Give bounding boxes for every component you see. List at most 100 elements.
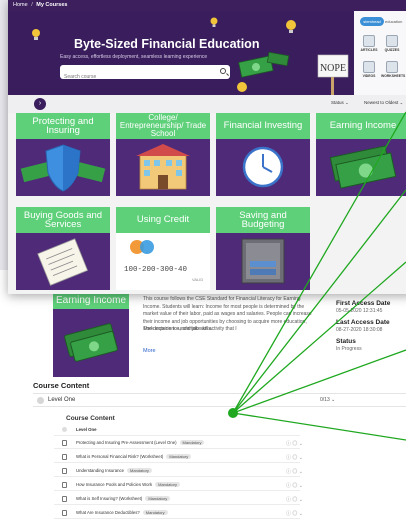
- chevron-down-icon: ⌄: [345, 100, 349, 105]
- mandatory-badge: Mandatory: [145, 496, 171, 501]
- item-title: What Are Insurance Deductibles?: [76, 510, 140, 515]
- course-card-college[interactable]: College/ Entrepreneurship/ Trade School: [116, 113, 210, 196]
- my-courses-window: Home / My Courses Byte-Sized Financial E…: [8, 0, 406, 294]
- more-link[interactable]: More: [143, 348, 156, 354]
- card-number: 100-200-300-40: [124, 266, 188, 274]
- course-card-protecting-and-insuring[interactable]: Protecting and Insuring: [16, 113, 110, 196]
- status-filter[interactable]: Status ⌄: [331, 100, 349, 106]
- item-controls[interactable]: ⓘ ◎ ⌄: [286, 454, 303, 461]
- chevron-down-icon: ⌄: [331, 397, 336, 403]
- chevron-down-icon: ⌄: [399, 100, 404, 105]
- quiz-icon: [386, 35, 398, 47]
- item-title: What is Personal Financial Risk? (Worksh…: [76, 454, 164, 459]
- worksheet-icon: [62, 454, 67, 460]
- videos-link[interactable]: VIDEOS: [358, 61, 380, 78]
- level-status-icon: [62, 427, 67, 432]
- sign-text: NOPE: [320, 63, 346, 74]
- hero-illustration: NOPE: [237, 20, 349, 95]
- course-card-earning-income[interactable]: Earning Income: [316, 113, 406, 196]
- status-value: In Progress: [336, 346, 362, 352]
- money-icon: [64, 323, 118, 362]
- lightbulb-icon: [286, 20, 296, 30]
- last-access-label: Last Access Date: [336, 319, 390, 326]
- course-card-title: College/ Entrepreneurship/ Trade School: [116, 113, 210, 139]
- course-content-panel: Course Content Level One Protecting and …: [48, 413, 303, 527]
- list-item[interactable]: What is Personal Financial Risk? (Worksh…: [54, 452, 303, 463]
- course-card-title: Protecting and Insuring: [16, 113, 110, 139]
- resources-panel: stemhead education ARTICLES QUIZZES VIDE…: [354, 11, 406, 95]
- course-card-using-credit[interactable]: Using Credit 100-200-300-40 VALID: [116, 207, 210, 290]
- lightbulb-icon: [32, 29, 40, 40]
- school-icon: [136, 144, 190, 190]
- list-item-level[interactable]: Level One: [54, 425, 300, 436]
- list-item[interactable]: What is Self Insuring? (Worksheet) Mandat…: [54, 494, 303, 505]
- list-item[interactable]: Understanding Insurance Mandatory ⓘ ◎ ⌄: [54, 466, 303, 477]
- access-info: First Access Date 05-05-2020 12:31:45 La…: [336, 300, 406, 357]
- item-controls[interactable]: ⓘ ◎ ⌄: [286, 510, 303, 517]
- course-card-title: Saving and Budgeting: [216, 207, 310, 233]
- breadcrumb-home[interactable]: Home: [13, 2, 28, 8]
- course-detail-page: Earning Income This course follows the C…: [0, 270, 406, 527]
- brand-suffix: education: [385, 19, 403, 24]
- search-input[interactable]: [60, 70, 210, 84]
- receipt-icon: [37, 238, 89, 286]
- item-title: How Insurance Pools and Policies Work: [76, 482, 153, 487]
- worksheet-icon: [386, 61, 398, 73]
- mandatory-badge: Mandatory: [142, 510, 168, 515]
- credit-card-icon: 100-200-300-40 VALID: [116, 233, 210, 290]
- list-item[interactable]: Protecting and Insuring Pre-Assessment (…: [54, 438, 303, 449]
- screenshot-stage: Earning Income This course follows the C…: [0, 0, 406, 527]
- course-card-title: Using Credit: [116, 207, 210, 233]
- articles-link[interactable]: ARTICLES: [358, 35, 380, 52]
- level-progress-count: 0/13 ⌄: [320, 397, 336, 403]
- mandatory-badge: Mandatory: [127, 468, 152, 473]
- video-icon: [62, 482, 67, 488]
- course-card-title: Buying Goods and Services: [16, 207, 110, 233]
- money-icon: [329, 145, 397, 189]
- worksheet-icon: [62, 496, 67, 502]
- course-card-title: Earning Income: [316, 113, 406, 139]
- sort-select[interactable]: Newest to Oldest ⌄: [364, 100, 403, 106]
- level-label: Level One: [76, 427, 97, 432]
- worksheets-link[interactable]: WORKSHEETS: [381, 61, 405, 78]
- breadcrumb-current: My Courses: [36, 2, 68, 8]
- filter-bar: › Status ⌄ Newest to Oldest ⌄: [8, 95, 406, 113]
- item-controls[interactable]: ⓘ ◎ ⌄: [286, 496, 303, 503]
- first-access-label: First Access Date: [336, 300, 391, 307]
- mandatory-badge: Mandatory: [166, 454, 192, 459]
- quizzes-link[interactable]: QUIZZES: [381, 35, 403, 52]
- course-thumbnail-title: Earning Income: [53, 292, 129, 309]
- course-card-financial-investing[interactable]: Financial Investing: [216, 113, 310, 196]
- item-title: What is Self Insuring? (Worksheet): [76, 496, 143, 501]
- last-access-value: 08-27-2020 18:30:08: [336, 327, 383, 333]
- video-icon: [62, 468, 67, 474]
- course-card-saving-budgeting[interactable]: Saving and Budgeting: [216, 207, 310, 290]
- expand-arrow-icon[interactable]: ›: [34, 98, 46, 110]
- hero-title: Byte-Sized Financial Education: [74, 37, 260, 51]
- search-icon[interactable]: [220, 68, 226, 74]
- level-row[interactable]: Level One 0/13 ⌄: [33, 393, 406, 407]
- list-item[interactable]: What Are Insurance Deductibles? Mandatory…: [54, 508, 303, 519]
- svg-text:VALID: VALID: [192, 277, 203, 282]
- item-controls[interactable]: ⓘ ◎ ⌄: [286, 482, 303, 489]
- item-title: Understanding Insurance: [76, 468, 125, 473]
- lightbulb-icon: [210, 17, 218, 27]
- article-icon: [363, 35, 375, 47]
- course-content-heading: Course Content: [33, 381, 90, 390]
- video-icon: [62, 510, 67, 516]
- course-thumbnail: Earning Income: [53, 292, 129, 377]
- mandatory-badge: Mandatory: [179, 440, 205, 445]
- breadcrumb-separator: /: [31, 2, 33, 8]
- course-card-buying-goods[interactable]: Buying Goods and Services: [16, 207, 110, 290]
- course-search[interactable]: [60, 65, 230, 84]
- list-item[interactable]: How Insurance Pools and Policies Work Man…: [54, 480, 303, 491]
- panel-title: Course Content: [66, 415, 115, 422]
- hero-subtitle: Easy access, effortless deployment, seam…: [60, 54, 208, 60]
- status-label: Status: [336, 338, 356, 345]
- item-controls[interactable]: ⓘ ◎ ⌄: [286, 440, 303, 447]
- nope-sign-icon: NOPE: [317, 54, 349, 95]
- item-controls[interactable]: ⓘ ◎ ⌄: [286, 468, 303, 475]
- clock-icon: [242, 146, 284, 188]
- item-title: Protecting and Insuring Pre-Assessment (…: [76, 440, 177, 445]
- level-name: Level One: [48, 397, 76, 403]
